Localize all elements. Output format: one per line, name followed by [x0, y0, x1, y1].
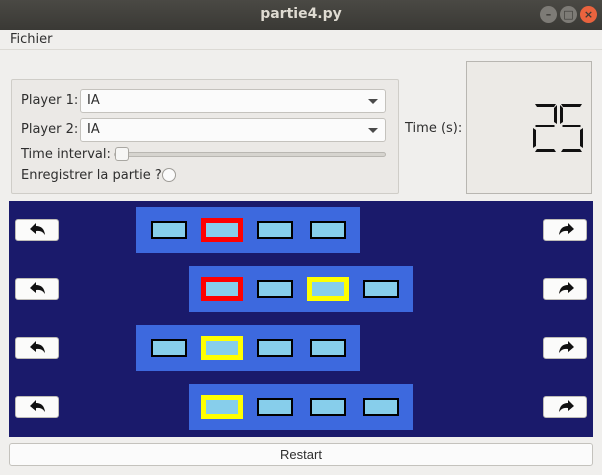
record-radio[interactable] — [162, 168, 176, 182]
minimize-button[interactable]: – — [540, 6, 557, 23]
player2-value: IA — [87, 122, 100, 137]
player2-label: Player 2: — [21, 122, 79, 137]
lcd-digits — [533, 104, 583, 152]
board-cell[interactable] — [363, 280, 399, 298]
player1-value: IA — [87, 93, 100, 108]
restart-button[interactable]: Restart — [9, 443, 593, 466]
rotate-left-button[interactable] — [15, 278, 59, 300]
board-cell[interactable] — [201, 218, 243, 242]
board-cell[interactable] — [257, 280, 293, 298]
rotate-right-button[interactable] — [543, 396, 587, 418]
undo-arrow-icon — [30, 223, 45, 235]
rotate-left-button[interactable] — [15, 337, 59, 359]
title-bar: partie4.py – □ × — [0, 0, 602, 30]
undo-arrow-icon — [30, 341, 45, 353]
board-cell[interactable] — [201, 395, 243, 419]
player1-combo[interactable]: IA — [80, 89, 386, 113]
redo-arrow-icon — [559, 282, 574, 294]
board-cell[interactable] — [201, 336, 243, 360]
board-cell[interactable] — [310, 221, 346, 239]
board-cell[interactable] — [257, 339, 293, 357]
board-cell[interactable] — [363, 398, 399, 416]
window-title: partie4.py — [260, 6, 342, 22]
board-cell[interactable] — [151, 339, 187, 357]
chevron-down-icon — [368, 128, 378, 133]
rotate-right-button[interactable] — [543, 219, 587, 241]
board-cell[interactable] — [307, 277, 349, 301]
redo-arrow-icon — [559, 400, 574, 412]
board-cell[interactable] — [201, 277, 243, 301]
timer-lcd — [466, 61, 592, 194]
chevron-down-icon — [368, 99, 378, 104]
player1-label: Player 1: — [21, 93, 79, 108]
board-cell[interactable] — [310, 398, 346, 416]
redo-arrow-icon — [559, 223, 574, 235]
board-cell[interactable] — [151, 221, 187, 239]
redo-arrow-icon — [559, 341, 574, 353]
interval-label: Time interval: — [21, 147, 111, 162]
menu-fichier[interactable]: Fichier — [10, 32, 53, 47]
record-label: Enregistrer la partie ? — [21, 168, 162, 183]
maximize-button[interactable]: □ — [560, 6, 577, 23]
interval-slider-handle[interactable] — [115, 147, 129, 161]
menu-bar: Fichier — [0, 30, 602, 50]
timer-label: Time (s): — [405, 121, 463, 136]
undo-arrow-icon — [30, 282, 45, 294]
rotate-right-button[interactable] — [543, 278, 587, 300]
undo-arrow-icon — [30, 400, 45, 412]
interval-slider-track[interactable] — [114, 152, 386, 157]
rotate-right-button[interactable] — [543, 337, 587, 359]
board-cell[interactable] — [257, 398, 293, 416]
close-button[interactable]: × — [580, 6, 597, 23]
rotate-left-button[interactable] — [15, 219, 59, 241]
timer-display — [533, 104, 583, 152]
player2-combo[interactable]: IA — [80, 118, 386, 142]
board-cell[interactable] — [310, 339, 346, 357]
board-cell[interactable] — [257, 221, 293, 239]
rotate-left-button[interactable] — [15, 396, 59, 418]
